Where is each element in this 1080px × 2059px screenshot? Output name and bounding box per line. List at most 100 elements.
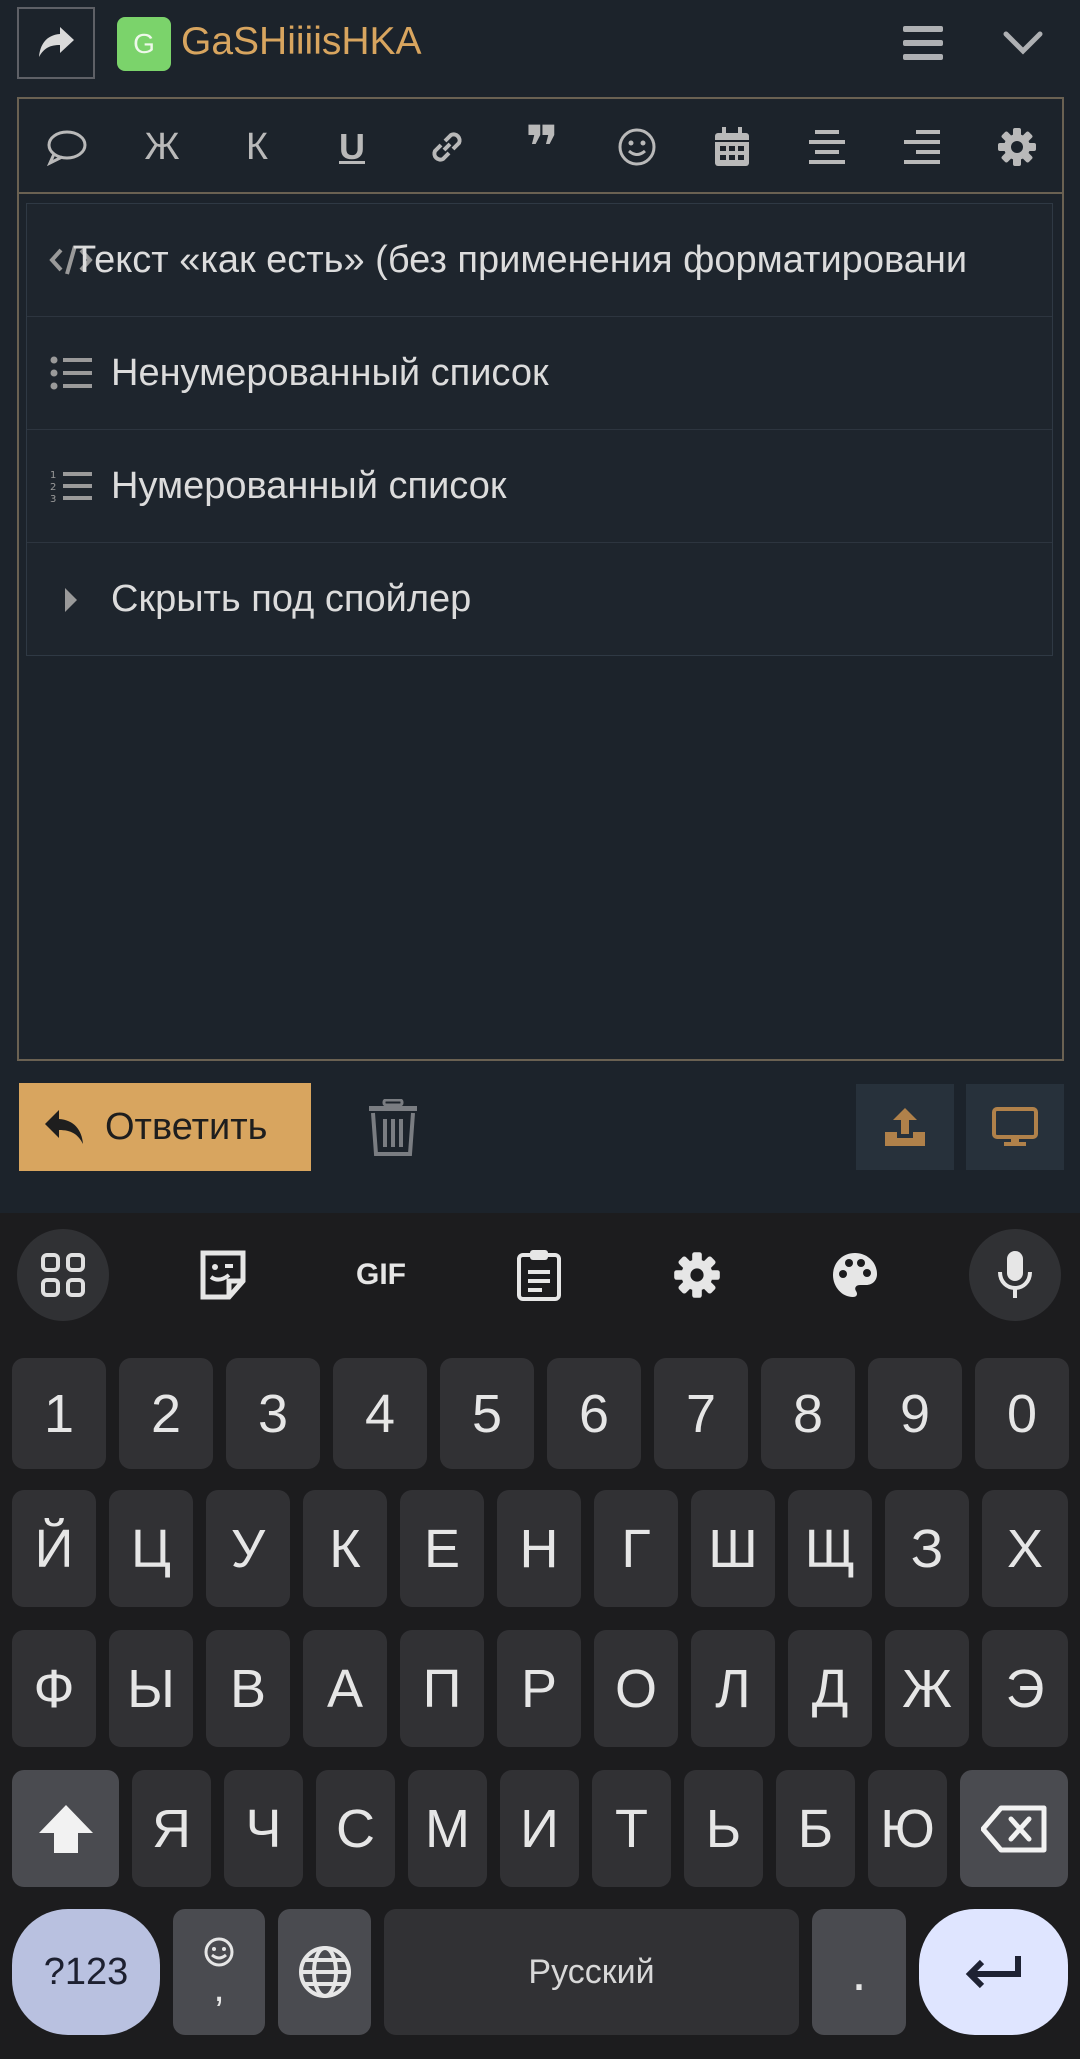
hamburger-icon — [903, 26, 943, 60]
key-letter[interactable]: Л — [691, 1630, 775, 1747]
key-0[interactable]: 0 — [975, 1358, 1069, 1469]
key-letter[interactable]: Х — [982, 1490, 1068, 1607]
space-key[interactable]: Русский — [384, 1909, 799, 2035]
key-5[interactable]: 5 — [440, 1358, 534, 1469]
dropdown-item-label: Нумерованный список — [111, 464, 507, 507]
key-8[interactable]: 8 — [761, 1358, 855, 1469]
key-letter[interactable]: Я — [132, 1770, 211, 1887]
dropdown-item-code[interactable]: Текст «как есть» (без применения формати… — [27, 204, 1052, 317]
preview-button[interactable] — [966, 1084, 1064, 1170]
key-letter[interactable]: Ф — [12, 1630, 96, 1747]
menu-button[interactable] — [895, 14, 951, 72]
sticker-icon[interactable] — [177, 1229, 269, 1321]
key-4[interactable]: 4 — [333, 1358, 427, 1469]
bulleted-list-icon — [45, 347, 97, 399]
avatar[interactable]: G — [117, 17, 171, 71]
key-9[interactable]: 9 — [868, 1358, 962, 1469]
keyboard-settings-gear-icon[interactable] — [651, 1229, 743, 1321]
key-letter[interactable]: Э — [982, 1630, 1068, 1747]
reply-button[interactable]: Ответить — [19, 1083, 311, 1171]
key-1[interactable]: 1 — [12, 1358, 106, 1469]
share-arrow-icon — [39, 27, 74, 57]
key-letter[interactable]: Д — [788, 1630, 872, 1747]
key-letter[interactable]: Ь — [684, 1770, 763, 1887]
backspace-key[interactable] — [960, 1770, 1068, 1887]
key-letter[interactable]: Т — [592, 1770, 671, 1887]
key-6[interactable]: 6 — [547, 1358, 641, 1469]
shift-key[interactable] — [12, 1770, 119, 1887]
upload-button[interactable] — [856, 1084, 954, 1170]
gif-button[interactable]: GIF — [335, 1229, 427, 1321]
enter-key[interactable] — [919, 1909, 1068, 2035]
reply-icon — [45, 1110, 83, 1144]
shift-icon — [38, 1804, 93, 1853]
key-letter[interactable]: Ш — [691, 1490, 775, 1607]
svg-text:1: 1 — [50, 470, 56, 481]
key-letter[interactable]: Е — [400, 1490, 484, 1607]
key-letter[interactable]: А — [303, 1630, 387, 1747]
collapse-button[interactable] — [995, 14, 1051, 72]
key-letter[interactable]: И — [500, 1770, 579, 1887]
underline-icon[interactable]: U — [322, 117, 382, 177]
calendar-icon[interactable] — [702, 117, 762, 177]
message-editor[interactable]: Ж К U ❞ Текст «как есть» (без применения… — [17, 97, 1064, 1061]
key-letter[interactable]: О — [594, 1630, 678, 1747]
share-button[interactable] — [17, 7, 95, 79]
key-letter[interactable]: В — [206, 1630, 290, 1747]
key-letter[interactable]: Б — [776, 1770, 855, 1887]
key-letter[interactable]: Щ — [788, 1490, 872, 1607]
key-letter[interactable]: М — [408, 1770, 487, 1887]
key-letter[interactable]: К — [303, 1490, 387, 1607]
key-letter[interactable]: Ж — [885, 1630, 969, 1747]
key-7[interactable]: 7 — [654, 1358, 748, 1469]
dropdown-item-bulleted-list[interactable]: Ненумерованный список — [27, 317, 1052, 430]
numbered-list-icon: 123 — [45, 460, 97, 512]
align-right-icon[interactable] — [892, 117, 952, 177]
quote-icon[interactable]: ❞ — [512, 115, 572, 180]
key-letter[interactable]: З — [885, 1490, 969, 1607]
key-letter[interactable]: Ю — [868, 1770, 947, 1887]
underline-label: U — [339, 126, 365, 167]
key-letter[interactable]: П — [400, 1630, 484, 1747]
key-letter[interactable]: Н — [497, 1490, 581, 1607]
key-letter[interactable]: Р — [497, 1630, 581, 1747]
reply-label: Ответить — [105, 1105, 268, 1148]
language-key[interactable] — [278, 1909, 371, 2035]
key-letter[interactable]: Ы — [109, 1630, 193, 1747]
dropdown-item-numbered-list[interactable]: 123 Нумерованный список — [27, 430, 1052, 543]
symbols-key[interactable]: ?123 — [12, 1909, 160, 2035]
palette-icon[interactable] — [809, 1229, 901, 1321]
period-key[interactable]: . — [812, 1909, 906, 2035]
dropdown-item-label: Текст «как есть» (без применения формати… — [73, 238, 968, 281]
speech-bubble-icon[interactable] — [37, 117, 97, 177]
upload-icon — [885, 1108, 925, 1146]
key-3[interactable]: 3 — [226, 1358, 320, 1469]
formatting-dropdown: Текст «как есть» (без применения формати… — [26, 203, 1053, 656]
link-icon[interactable] — [417, 117, 477, 177]
key-letter[interactable]: Ц — [109, 1490, 193, 1607]
gear-icon[interactable] — [987, 117, 1047, 177]
microphone-icon[interactable] — [969, 1229, 1061, 1321]
key-2[interactable]: 2 — [119, 1358, 213, 1469]
delete-draft-button[interactable] — [360, 1092, 426, 1164]
apps-grid-icon[interactable] — [17, 1229, 109, 1321]
align-center-icon[interactable] — [797, 117, 857, 177]
emoji-comma-key[interactable]: , — [173, 1909, 265, 2035]
key-letter[interactable]: У — [206, 1490, 290, 1607]
key-letter[interactable]: С — [316, 1770, 395, 1887]
editor-toolbar: Ж К U ❞ — [19, 99, 1062, 194]
smiley-icon[interactable] — [607, 117, 667, 177]
dropdown-item-spoiler[interactable]: Скрыть под спойлер — [27, 543, 1052, 656]
app-header: G GaSHiiiisHKA — [0, 0, 1080, 88]
key-letter[interactable]: Й — [12, 1490, 96, 1607]
italic-label: К — [245, 125, 269, 168]
bold-icon[interactable]: Ж — [132, 117, 192, 177]
svg-text:3: 3 — [50, 494, 56, 504]
italic-icon[interactable]: К — [227, 117, 287, 177]
username[interactable]: GaSHiiiisHKA — [181, 14, 422, 70]
clipboard-icon[interactable] — [493, 1229, 585, 1321]
key-letter[interactable]: Г — [594, 1490, 678, 1607]
monitor-icon — [992, 1107, 1038, 1146]
key-letter[interactable]: Ч — [224, 1770, 303, 1887]
emoji-icon — [204, 1937, 234, 1967]
